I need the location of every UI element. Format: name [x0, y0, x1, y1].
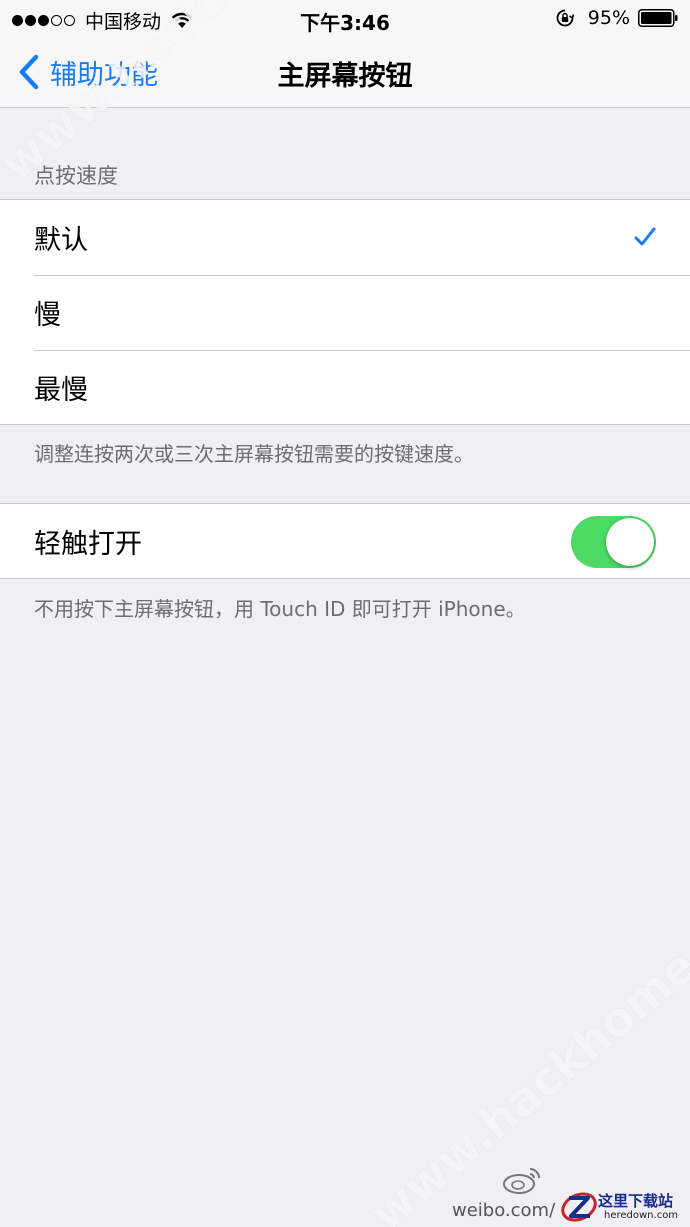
option-label: 默认 — [34, 225, 88, 256]
battery-icon — [638, 9, 678, 27]
battery-percentage: 95% — [587, 7, 630, 29]
option-label: 最慢 — [34, 375, 88, 406]
checkmark-icon — [634, 227, 656, 246]
rest-finger-footer: 不用按下主屏幕按钮，用 Touch ID 即可打开 iPhone。 — [34, 597, 526, 621]
option-default[interactable]: 默认 — [0, 200, 690, 275]
option-slowest[interactable]: 最慢 — [0, 350, 690, 425]
status-right: 95% — [556, 7, 678, 29]
option-label: 慢 — [34, 300, 61, 331]
logo-name: 这里下载站 — [598, 1192, 674, 1210]
screen: 中国移动 下午3:46 95% 辅助功能 主屏幕按钮 点按速度 默认 慢 最慢 … — [0, 0, 690, 1227]
rest-finger-cell: 轻触打开 — [0, 504, 690, 579]
status-bar: 中国移动 下午3:46 95% — [0, 0, 690, 36]
heredown-logo: 这里下载站 heredown.com — [560, 1188, 688, 1226]
z-logo-icon — [561, 1192, 597, 1222]
rest-finger-toggle[interactable] — [571, 516, 656, 568]
rest-finger-label: 轻触打开 — [34, 529, 142, 560]
logo-url: heredown.com — [604, 1210, 679, 1221]
click-speed-group: 默认 慢 最慢 — [0, 199, 690, 425]
toggle-knob — [606, 518, 654, 566]
click-speed-footer: 调整连按两次或三次主屏幕按钮需要的按键速度。 — [34, 442, 474, 466]
option-slow[interactable]: 慢 — [0, 275, 690, 350]
weibo-icon — [503, 1168, 540, 1194]
weibo-credit: weibo.com/ — [452, 1200, 556, 1221]
orientation-lock-icon — [556, 9, 574, 27]
rest-finger-group: 轻触打开 — [0, 503, 690, 579]
